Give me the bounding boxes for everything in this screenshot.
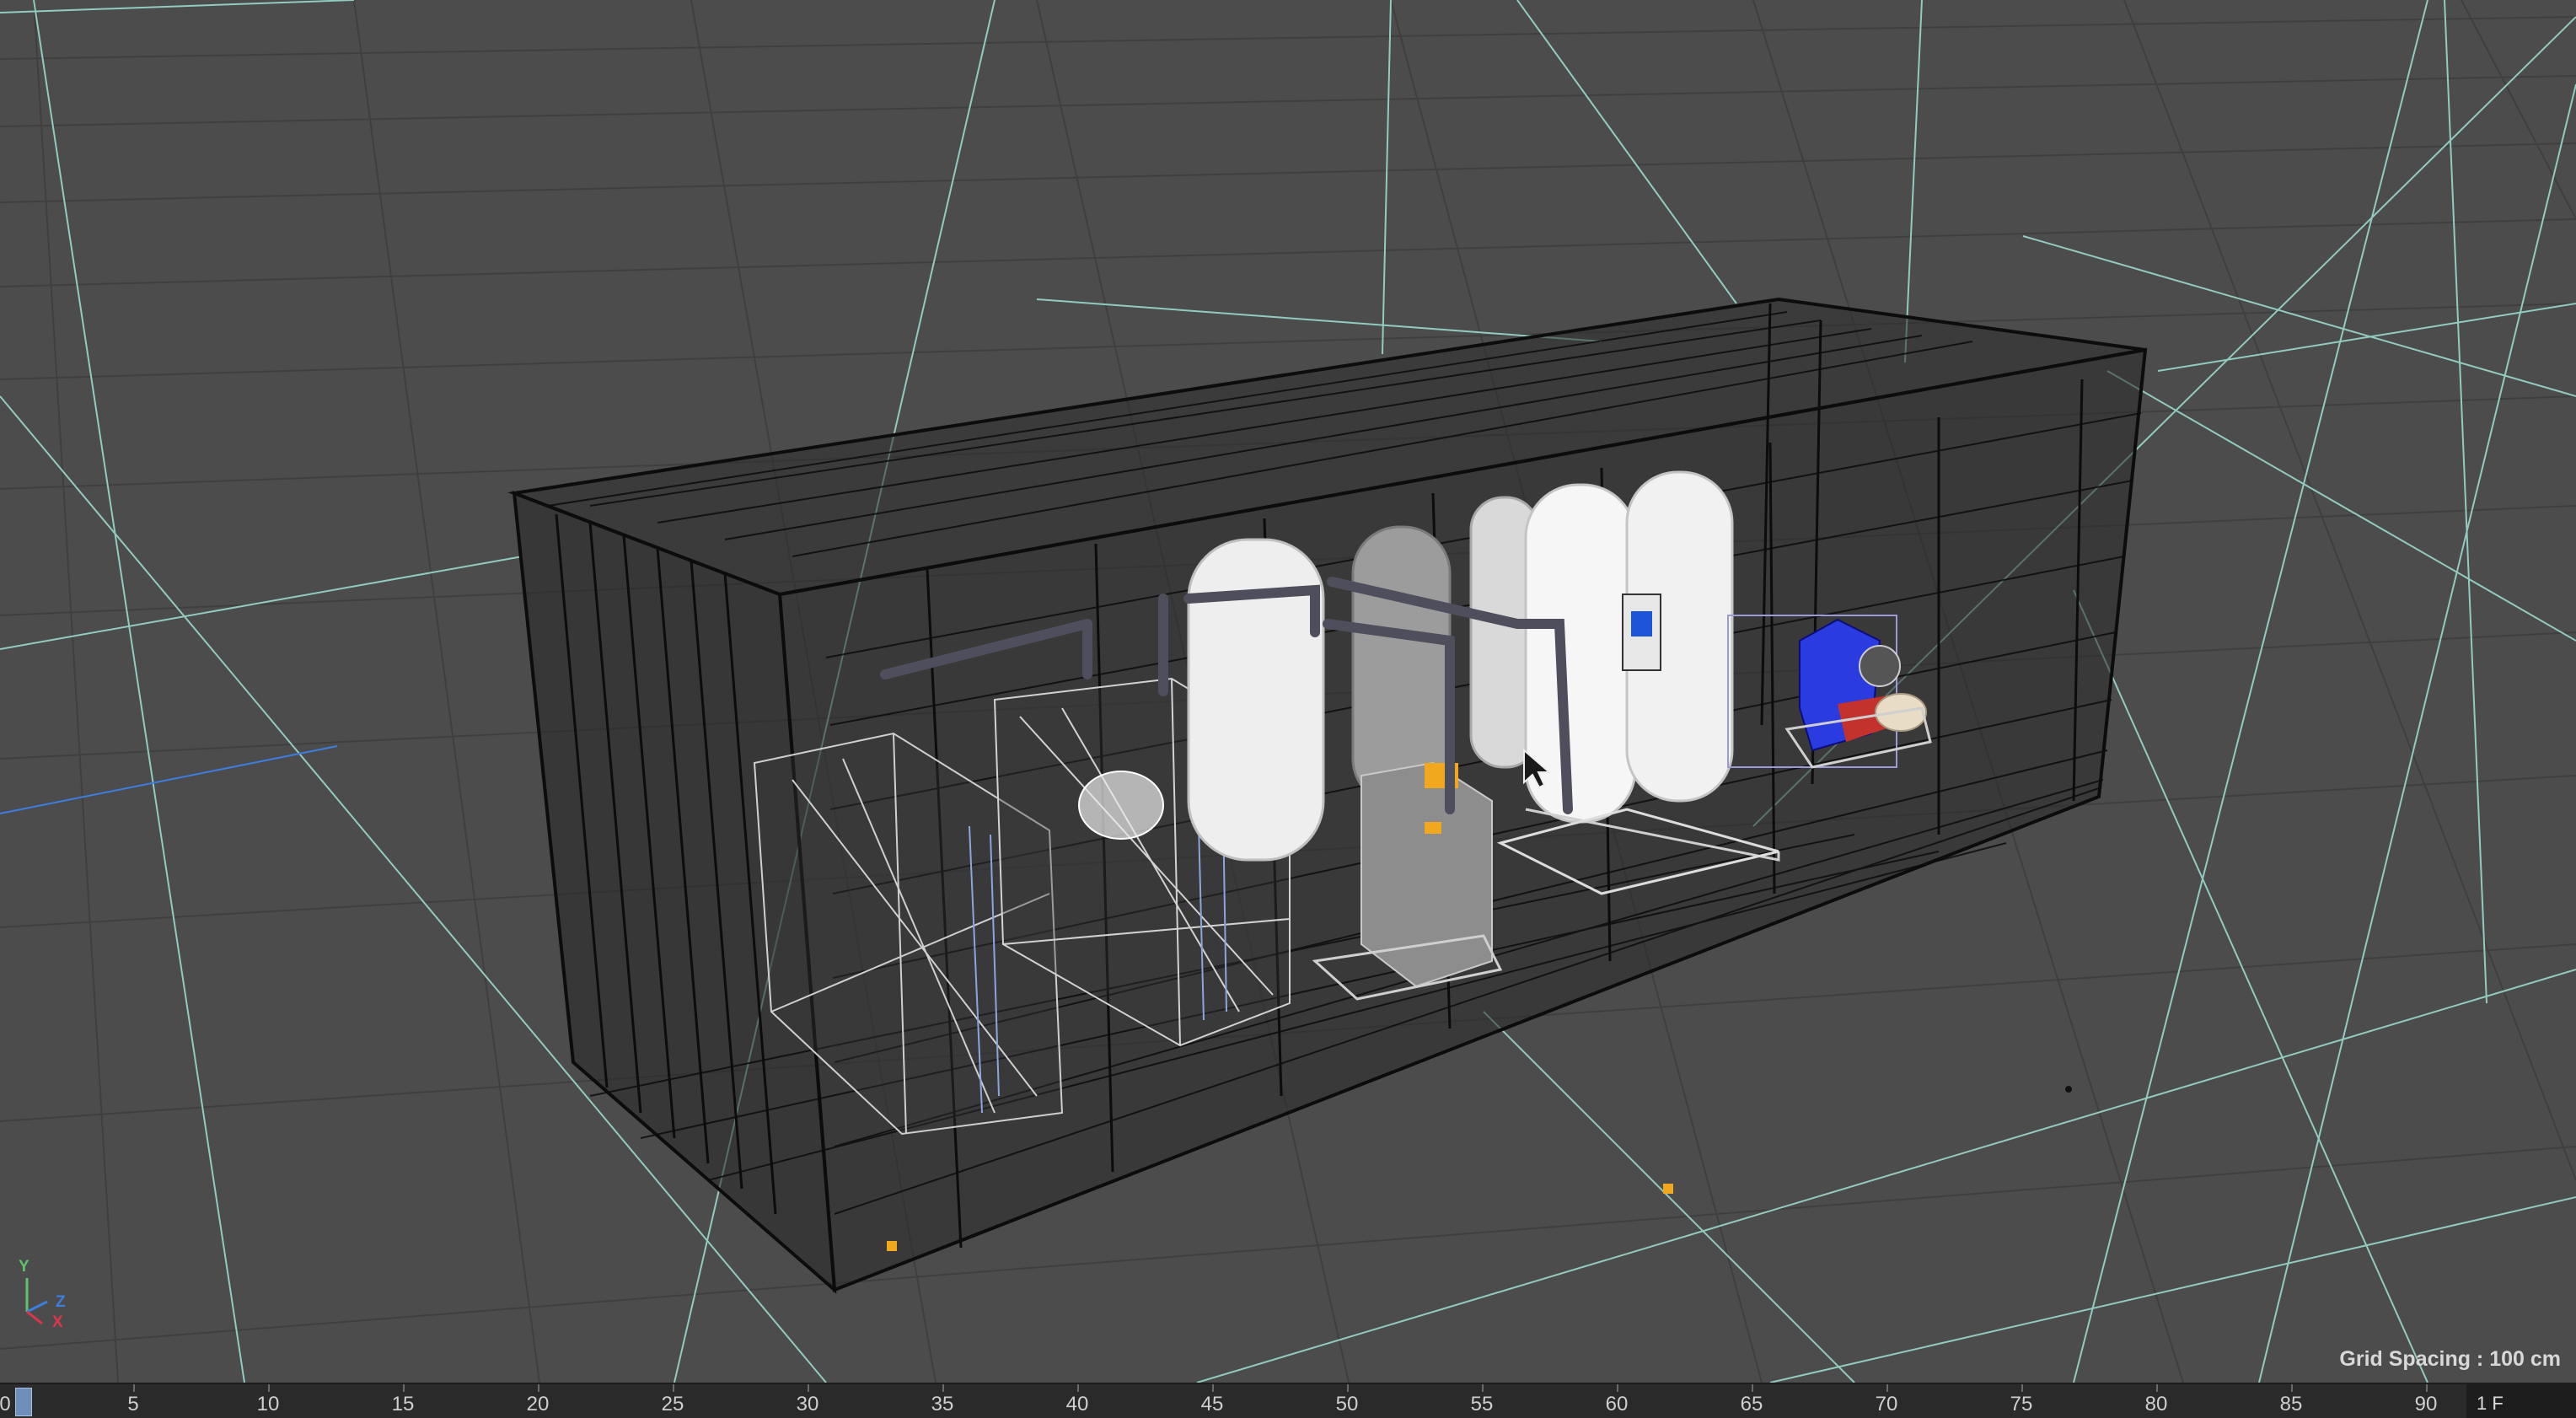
timeline-tick-label: 85 — [2279, 1393, 2303, 1415]
timeline-tick-label: 10 — [256, 1393, 280, 1415]
control-panel — [1622, 594, 1661, 671]
scene-render[interactable] — [0, 0, 2576, 1383]
timeline-tick-label: 70 — [1875, 1393, 1898, 1415]
timeline-tick-label: 60 — [1605, 1393, 1629, 1415]
timeline-tick-label: 55 — [1470, 1393, 1494, 1415]
timeline-tick-mark — [403, 1384, 405, 1392]
grid-spacing-label: Grid Spacing : 100 cm — [2339, 1347, 2561, 1371]
axis-gizmo: Y Z X — [12, 1258, 88, 1334]
timeline-tick-mark — [2426, 1384, 2428, 1392]
timeline-tick-mark — [268, 1384, 270, 1392]
timeline-tick-mark — [538, 1384, 539, 1392]
timeline-tick-label: 65 — [1740, 1393, 1763, 1415]
timeline-tick-label: 75 — [2010, 1393, 2033, 1415]
timeline-tick-label: 90 — [2414, 1393, 2438, 1415]
marker-dot — [2065, 1086, 2072, 1093]
3d-viewport[interactable]: Y Z X Grid Spacing : 100 cm — [0, 0, 2576, 1383]
axis-x-label: X — [52, 1313, 63, 1331]
timeline-tick-label: 35 — [931, 1393, 954, 1415]
timeline-tick-mark — [133, 1384, 135, 1392]
timeline-tick-mark — [808, 1384, 809, 1392]
timeline-tick-label: 25 — [661, 1393, 684, 1415]
timeline-tick-label: 20 — [526, 1393, 550, 1415]
timeline-tick-label: 5 — [127, 1393, 139, 1415]
axis-y-label: Y — [19, 1258, 30, 1276]
timeline-tick-mark — [1482, 1384, 1484, 1392]
timeline-tick-mark — [1617, 1384, 1618, 1392]
timeline-tick-label: 15 — [391, 1393, 415, 1415]
timeline-tick-mark — [1347, 1384, 1349, 1392]
timeline-ruler[interactable]: 0 5 10 15 20 25 30 35 40 45 50 55 60 65 70 75 80 85 90 1 … — [0, 1383, 2576, 1418]
timeline-tick-label: 45 — [1200, 1393, 1224, 1415]
timeline-tick-mark — [1886, 1384, 1888, 1392]
timeline-tick-mark — [673, 1384, 674, 1392]
axis-z-label: Z — [56, 1293, 66, 1311]
selection-point — [887, 1241, 897, 1251]
timeline-tick-mark — [2291, 1384, 2293, 1392]
current-frame-label: 0 — [0, 1393, 11, 1415]
timeline-tick-label: 40 — [1065, 1393, 1089, 1415]
timeline-tick-mark — [1212, 1384, 1214, 1392]
timeline-tick-label: 50 — [1335, 1393, 1359, 1415]
selection-point — [1663, 1184, 1673, 1194]
timeline-tick-mark — [942, 1384, 944, 1392]
playhead[interactable] — [15, 1388, 32, 1416]
timeline-tick-mark — [2021, 1384, 2023, 1392]
timeline-tick-label: 80 — [2144, 1393, 2168, 1415]
timeline-tick-label: 30 — [796, 1393, 819, 1415]
timeline-tick-mark — [1752, 1384, 1753, 1392]
timeline-tick-mark — [2156, 1384, 2158, 1392]
end-frame-field[interactable]: 1 F — [2466, 1384, 2576, 1418]
timeline-tick-mark — [1077, 1384, 1079, 1392]
